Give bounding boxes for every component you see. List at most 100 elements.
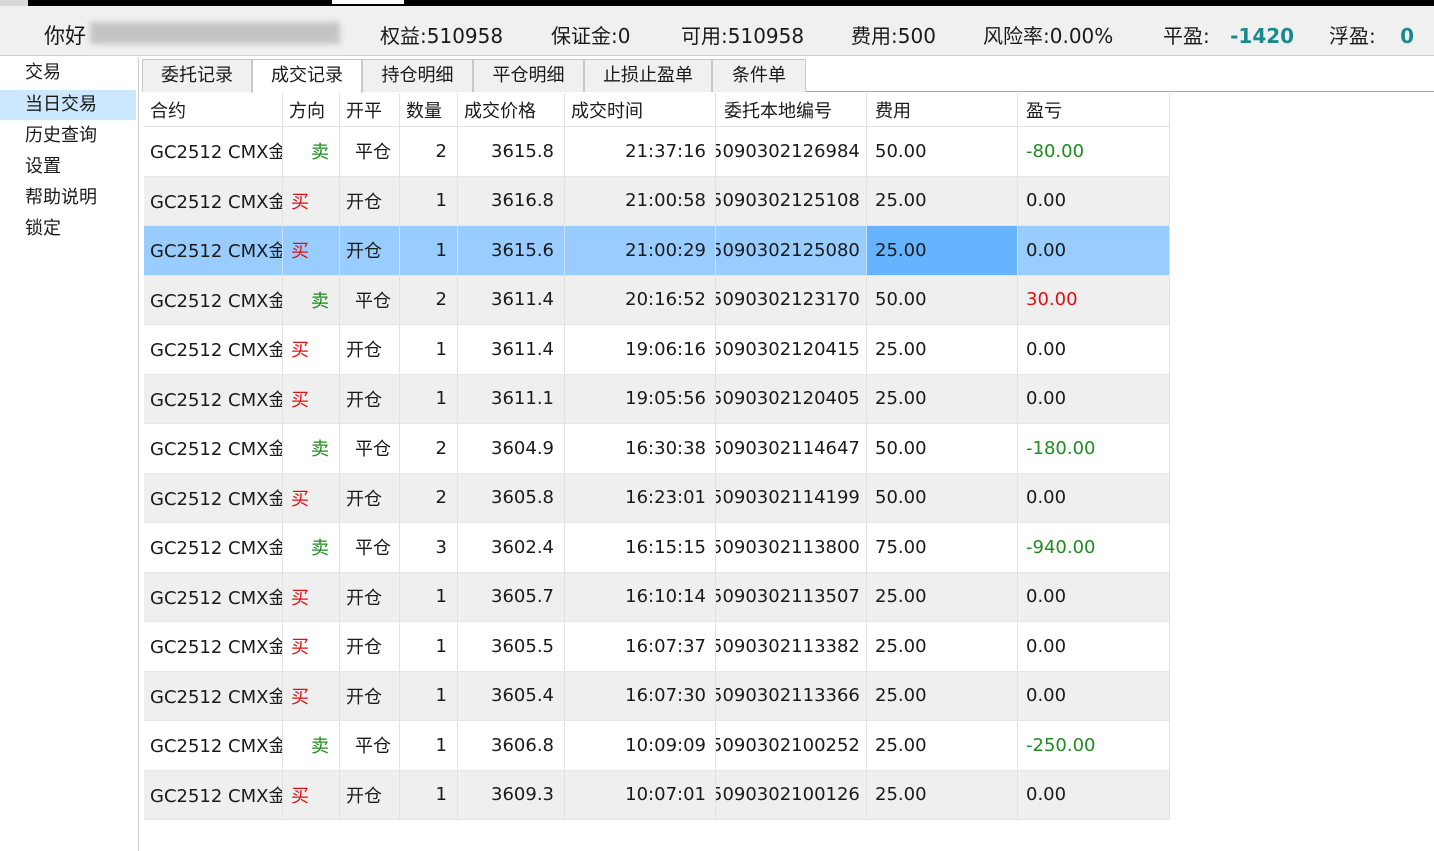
- table-row[interactable]: GC2512 CMX金买开仓 1 3615.6 21:00:29 50903021250…: [144, 226, 1170, 276]
- cell-time: 16:15:15: [565, 523, 716, 572]
- sidebar-item-help[interactable]: 帮助说明: [0, 182, 138, 213]
- order-id-text: 5090302126984: [716, 140, 860, 162]
- cell-price: 3605.5: [458, 622, 565, 671]
- cell-contract: GC2512 CMX金: [144, 572, 283, 621]
- order-id-text: 5090302114647: [716, 437, 860, 459]
- cell-price: 3611.4: [458, 325, 565, 374]
- col-header-direction[interactable]: 方向: [283, 93, 340, 126]
- col-header-price[interactable]: 成交价格: [458, 93, 565, 126]
- order-id-text: 5090302125108: [716, 190, 860, 212]
- cell-pnl: -80.00: [1018, 127, 1170, 176]
- col-header-fee[interactable]: 费用: [867, 93, 1018, 126]
- cell-quantity: 1: [400, 622, 458, 671]
- col-header-pnl[interactable]: 盈亏: [1018, 93, 1170, 126]
- cell-price: 3605.4: [458, 671, 565, 720]
- tab-fills[interactable]: 成交记录: [252, 59, 362, 93]
- cell-contract: GC2512 CMX金: [144, 721, 283, 770]
- cell-order-id: 5090302113800: [716, 523, 867, 572]
- cell-order-id: 5090302113507: [716, 572, 867, 621]
- cell-order-id: 5090302113366: [716, 671, 867, 720]
- order-id-text: 5090302120415: [716, 338, 860, 360]
- table-row[interactable]: GC2512 CMX金买开仓 1 3616.8 21:00:58 50903021251…: [144, 176, 1170, 226]
- order-id-text: 5090302113800: [716, 536, 860, 558]
- cell-open-close: 开仓: [340, 325, 400, 374]
- sidebar-item-lock[interactable]: 锁定: [0, 213, 138, 244]
- table-row[interactable]: GC2512 CMX金卖平仓 1 3606.8 10:09:09 50903021002…: [144, 721, 1170, 771]
- cell-contract: GC2512 CMX金: [144, 325, 283, 374]
- order-id-text: 5090302113366: [716, 685, 860, 707]
- table-row[interactable]: GC2512 CMX金买开仓 1 3611.1 19:05:56 50903021204…: [144, 374, 1170, 424]
- cell-pnl: 0.00: [1018, 572, 1170, 621]
- table-row[interactable]: GC2512 CMX金买开仓 1 3605.7 16:10:14 50903021135…: [144, 572, 1170, 622]
- tab-closed-positions[interactable]: 平仓明细: [473, 59, 584, 92]
- table-row[interactable]: GC2512 CMX金卖平仓 2 3611.4 20:16:52 50903021231…: [144, 275, 1170, 325]
- cell-time: 19:06:16: [565, 325, 716, 374]
- cell-pnl: 0.00: [1018, 176, 1170, 225]
- cell-time: 16:07:30: [565, 671, 716, 720]
- col-header-time[interactable]: 成交时间: [565, 93, 716, 126]
- table-row[interactable]: GC2512 CMX金卖平仓 3 3602.4 16:15:15 50903021138…: [144, 523, 1170, 573]
- cell-fee: 25.00: [867, 622, 1018, 671]
- cell-contract: GC2512 CMX金: [144, 275, 283, 324]
- cell-price: 3616.8: [458, 176, 565, 225]
- cell-pnl: 0.00: [1018, 473, 1170, 522]
- cell-price: 3602.4: [458, 523, 565, 572]
- available-stat: 可用:510958: [681, 20, 804, 49]
- order-id-text: 5090302114199: [716, 487, 860, 509]
- cell-time: 10:07:01: [565, 770, 716, 819]
- redacted-username: [90, 22, 340, 44]
- cell-fee: 50.00: [867, 473, 1018, 522]
- table-row[interactable]: GC2512 CMX金买开仓 2 3605.8 16:23:01 50903021141…: [144, 473, 1170, 523]
- equity-label: 权益:: [380, 24, 427, 48]
- col-header-contract[interactable]: 合约: [144, 93, 283, 126]
- cell-open-close: 开仓: [340, 770, 400, 819]
- cell-quantity: 3: [400, 523, 458, 572]
- tab-conditional-orders[interactable]: 条件单: [712, 59, 806, 92]
- cell-price: 3611.1: [458, 374, 565, 423]
- cell-contract: GC2512 CMX金: [144, 622, 283, 671]
- cell-order-id: 5090302100126: [716, 770, 867, 819]
- table-row[interactable]: GC2512 CMX金买开仓 1 3605.4 16:07:30 50903021133…: [144, 671, 1170, 721]
- table-row[interactable]: GC2512 CMX金卖平仓 2 3615.8 21:37:16 50903021269…: [144, 127, 1170, 177]
- cell-open-close: 开仓: [340, 176, 400, 225]
- order-id-text: 5090302125080: [716, 239, 860, 261]
- cell-pnl: 0.00: [1018, 622, 1170, 671]
- cell-time: 16:07:37: [565, 622, 716, 671]
- cell-open-close: 开仓: [340, 374, 400, 423]
- table-row[interactable]: GC2512 CMX金买开仓 1 3611.4 19:06:16 50903021204…: [144, 325, 1170, 375]
- order-id-text: 5090302100126: [716, 784, 860, 806]
- cell-contract: GC2512 CMX金: [144, 374, 283, 423]
- cell-time: 21:37:16: [565, 127, 716, 176]
- cell-time: 16:23:01: [565, 473, 716, 522]
- sidebar-item-trade[interactable]: 交易: [0, 57, 138, 88]
- col-header-quantity[interactable]: 数量: [400, 93, 458, 126]
- tab-stop-orders[interactable]: 止损止盈单: [584, 59, 712, 92]
- cell-contract: GC2512 CMX金: [144, 671, 283, 720]
- cell-open-close: 开仓: [340, 622, 400, 671]
- cell-direction: 卖: [283, 127, 340, 176]
- table-row[interactable]: GC2512 CMX金买开仓 1 3605.5 16:07:37 50903021133…: [144, 622, 1170, 672]
- cell-order-id: 5090302125080: [716, 226, 867, 275]
- tab-positions[interactable]: 持仓明细: [362, 59, 473, 92]
- cell-pnl: 30.00: [1018, 275, 1170, 324]
- tab-orders[interactable]: 委托记录: [142, 59, 252, 92]
- tab-bar: 委托记录 成交记录 持仓明细 平仓明细 止损止盈单 条件单: [142, 57, 1434, 93]
- cell-contract: GC2512 CMX金: [144, 226, 283, 275]
- sidebar-item-history[interactable]: 历史查询: [0, 120, 138, 151]
- table-row[interactable]: GC2512 CMX金卖平仓 2 3604.9 16:30:38 50903021146…: [144, 424, 1170, 474]
- col-header-open-close[interactable]: 开平: [340, 93, 400, 126]
- table-header: 合约 方向 开平 数量 成交价格 成交时间 委托本地编号 费用 盈亏: [144, 93, 1170, 127]
- sidebar-item-today-trades[interactable]: 当日交易: [0, 90, 136, 120]
- cell-time: 21:00:58: [565, 176, 716, 225]
- float-pnl-value: 0: [1400, 24, 1415, 48]
- closed-pnl-stat: 平盈: -1420: [1163, 20, 1294, 49]
- sidebar-item-settings[interactable]: 设置: [0, 151, 138, 182]
- cell-contract: GC2512 CMX金: [144, 523, 283, 572]
- table-row[interactable]: GC2512 CMX金买开仓 1 3609.3 10:07:01 50903021001…: [144, 770, 1170, 820]
- margin-value: 0: [617, 24, 631, 48]
- col-header-order-id[interactable]: 委托本地编号: [716, 93, 867, 126]
- cell-direction: 卖: [283, 721, 340, 770]
- cell-fee: 25.00: [867, 572, 1018, 621]
- cell-order-id: 5090302120405: [716, 374, 867, 423]
- fee-value: 500: [897, 24, 936, 48]
